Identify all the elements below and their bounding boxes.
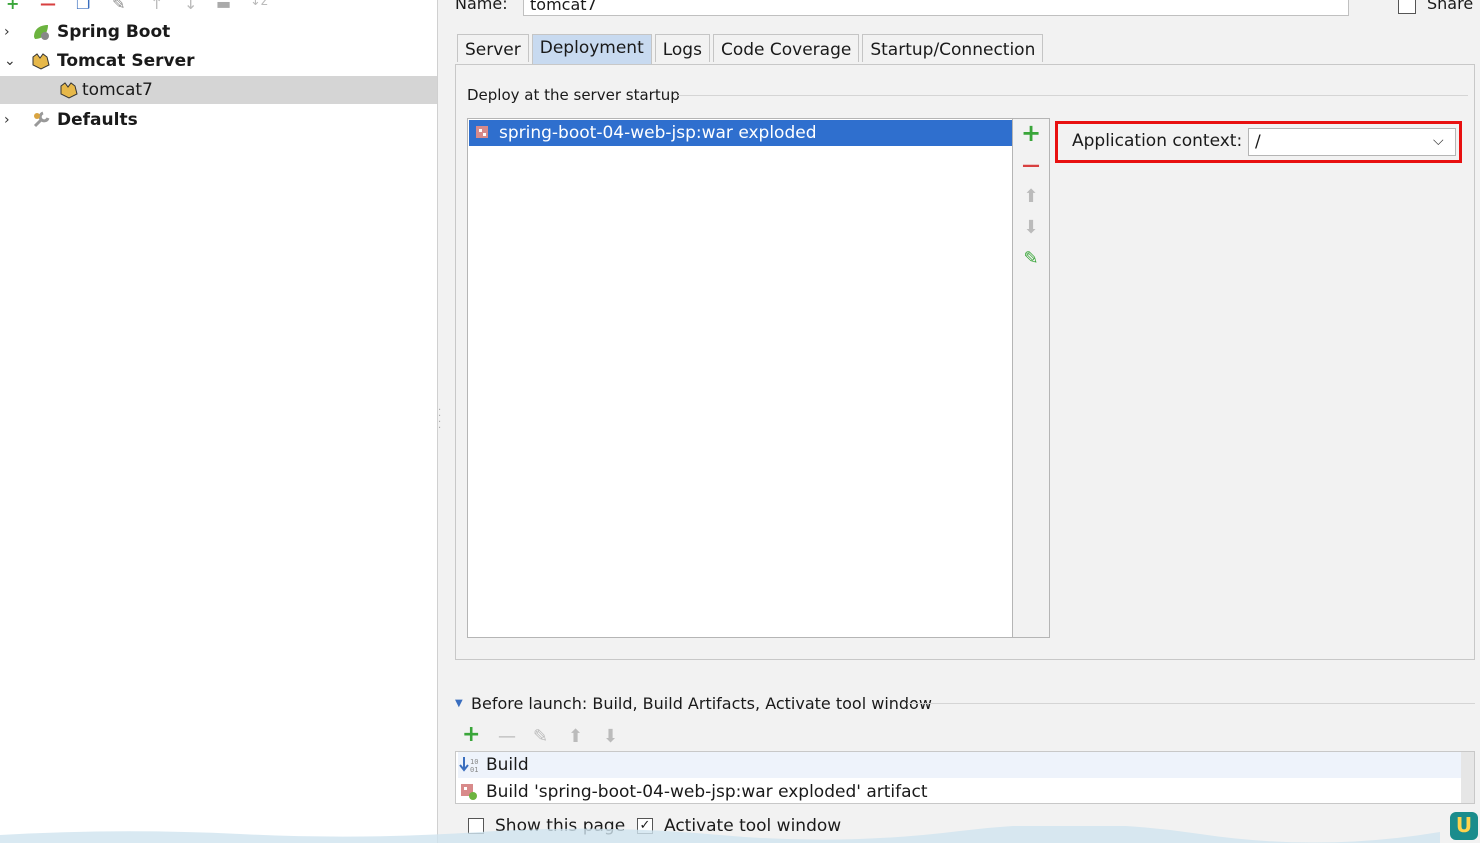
artifact-list[interactable]: [467, 118, 1013, 638]
svg-text:10: 10: [470, 758, 478, 766]
wrench-icon: [33, 111, 50, 128]
move-up-icon[interactable]: ⬆: [568, 726, 583, 747]
config-tabs: Server Deployment Logs Code Coverage Sta…: [457, 34, 1046, 64]
add-task-icon[interactable]: +: [462, 722, 480, 747]
edit-pencil-icon[interactable]: ✎: [1022, 248, 1040, 269]
name-label: Name:: [455, 0, 508, 13]
svg-text:01: 01: [470, 766, 478, 774]
edit-task-icon[interactable]: ✎: [533, 726, 548, 747]
move-down-icon[interactable]: ↓: [184, 0, 197, 13]
app-context-label: Application context:: [1072, 131, 1243, 151]
deploy-section-title: Deploy at the server startup: [467, 86, 680, 104]
add-icon[interactable]: +: [6, 0, 19, 13]
task-list-scrollbar[interactable]: [1461, 752, 1474, 803]
tree-item-spring-boot[interactable]: › Spring Boot: [0, 18, 437, 46]
sort-icon[interactable]: ↓z: [250, 0, 268, 9]
chevron-down-icon[interactable]: ⌵: [1433, 133, 1444, 149]
tree-item-tomcat7[interactable]: tomcat7: [0, 76, 437, 104]
tab-code-coverage[interactable]: Code Coverage: [712, 34, 860, 62]
spring-boot-icon: [34, 25, 49, 40]
copy-icon[interactable]: ❐: [76, 0, 90, 13]
artifact-icon: [476, 126, 488, 138]
task-row[interactable]: Build 'spring-boot-04-web-jsp:war explod…: [458, 779, 1461, 805]
collapse-triangle-icon[interactable]: ▼: [455, 698, 463, 709]
run-config-tree-panel: + — ❐ ✎ ↑ ↓ ▬ ↓z › Spring Boot ⌄ Tomcat …: [0, 0, 438, 843]
tree-item-label: Spring Boot: [57, 22, 171, 42]
remove-icon[interactable]: —: [40, 0, 56, 13]
move-up-icon[interactable]: ⬆: [1022, 186, 1040, 207]
artifact-list-item[interactable]: spring-boot-04-web-jsp:war exploded: [469, 120, 1012, 146]
tree-item-label: Defaults: [57, 110, 138, 130]
tab-server[interactable]: Server: [457, 34, 529, 62]
panel-splitter[interactable]: · · · ·: [438, 406, 441, 434]
move-down-icon[interactable]: ⬇: [603, 726, 618, 747]
bottom-decoration: [0, 826, 1440, 843]
tree-item-label: Tomcat Server: [57, 51, 195, 71]
name-input[interactable]: tomcat7: [523, 0, 1349, 16]
move-down-icon[interactable]: ⬇: [1022, 217, 1040, 238]
tomcat-icon: [60, 82, 78, 99]
remove-task-icon[interactable]: —: [498, 726, 516, 747]
chevron-down-icon[interactable]: ⌄: [4, 53, 16, 69]
share-label: Share: [1427, 0, 1474, 13]
tree-item-tomcat-server[interactable]: ⌄ Tomcat Server: [0, 47, 437, 75]
app-context-combobox[interactable]: /: [1248, 128, 1456, 156]
tree-item-defaults[interactable]: › Defaults: [0, 106, 437, 134]
tab-logs[interactable]: Logs: [654, 34, 710, 62]
tab-startup-connection[interactable]: Startup/Connection: [862, 34, 1044, 62]
section-divider: [907, 703, 1475, 704]
move-up-icon[interactable]: ↑: [150, 0, 163, 13]
app-logo-icon: U: [1450, 812, 1478, 840]
task-label: Build: [486, 755, 529, 775]
chevron-right-icon[interactable]: ›: [4, 24, 14, 40]
remove-artifact-icon[interactable]: —: [1022, 155, 1040, 176]
task-label: Build 'spring-boot-04-web-jsp:war explod…: [486, 782, 928, 802]
tree-item-label: tomcat7: [82, 80, 153, 100]
before-launch-title[interactable]: Before launch: Build, Build Artifacts, A…: [471, 694, 932, 713]
share-checkbox[interactable]: [1398, 0, 1416, 14]
add-artifact-icon[interactable]: +: [1021, 119, 1041, 147]
artifact-label: spring-boot-04-web-jsp:war exploded: [499, 123, 817, 143]
folder-icon[interactable]: ▬: [216, 0, 231, 13]
wrench-icon[interactable]: ✎: [112, 0, 125, 13]
tab-deployment[interactable]: Deployment: [531, 34, 652, 64]
section-divider: [678, 95, 1468, 96]
build-icon: 10 01: [459, 757, 478, 774]
tomcat-icon: [32, 53, 50, 70]
task-row[interactable]: 10 01 Build: [458, 752, 1461, 778]
artifact-icon: [461, 784, 477, 800]
chevron-right-icon[interactable]: ›: [4, 112, 14, 128]
